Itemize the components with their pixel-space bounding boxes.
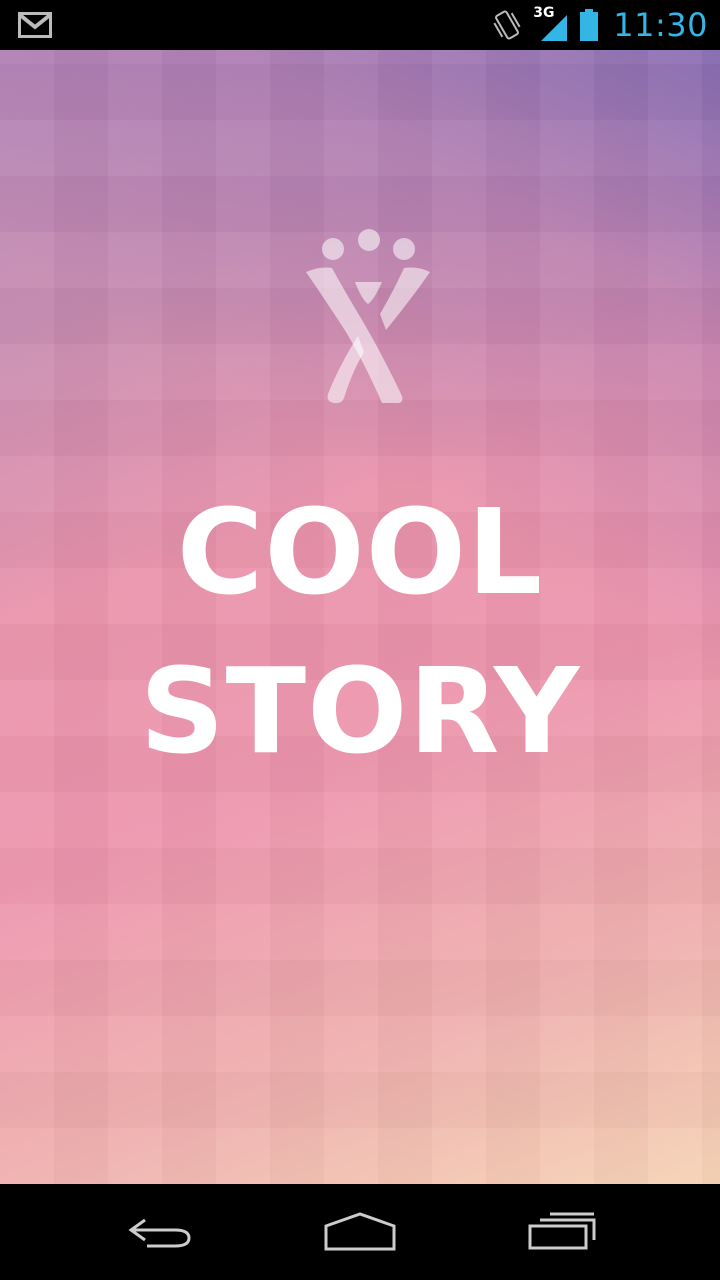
title-line-2: STORY [139,642,581,780]
battery-icon [580,9,599,41]
status-bar: 3G 11:30 [0,0,720,50]
title-line-1: COOL [176,483,544,621]
recent-apps-icon [528,1212,596,1250]
status-icons: 3G 11:30 [491,0,708,50]
back-button[interactable] [110,1202,210,1262]
splash-screen: COOL STORY [0,50,720,1184]
confluence-people-logo-icon [306,229,430,404]
gmail-icon [18,12,52,38]
vibrate-icon [493,10,521,40]
recent-apps-button[interactable] [512,1202,612,1262]
home-icon [324,1212,396,1251]
back-icon [128,1218,191,1248]
signal-icon: 3G [533,5,569,43]
home-button[interactable] [310,1202,410,1262]
navigation-bar [0,1184,720,1280]
clock: 11:30 [613,6,708,44]
